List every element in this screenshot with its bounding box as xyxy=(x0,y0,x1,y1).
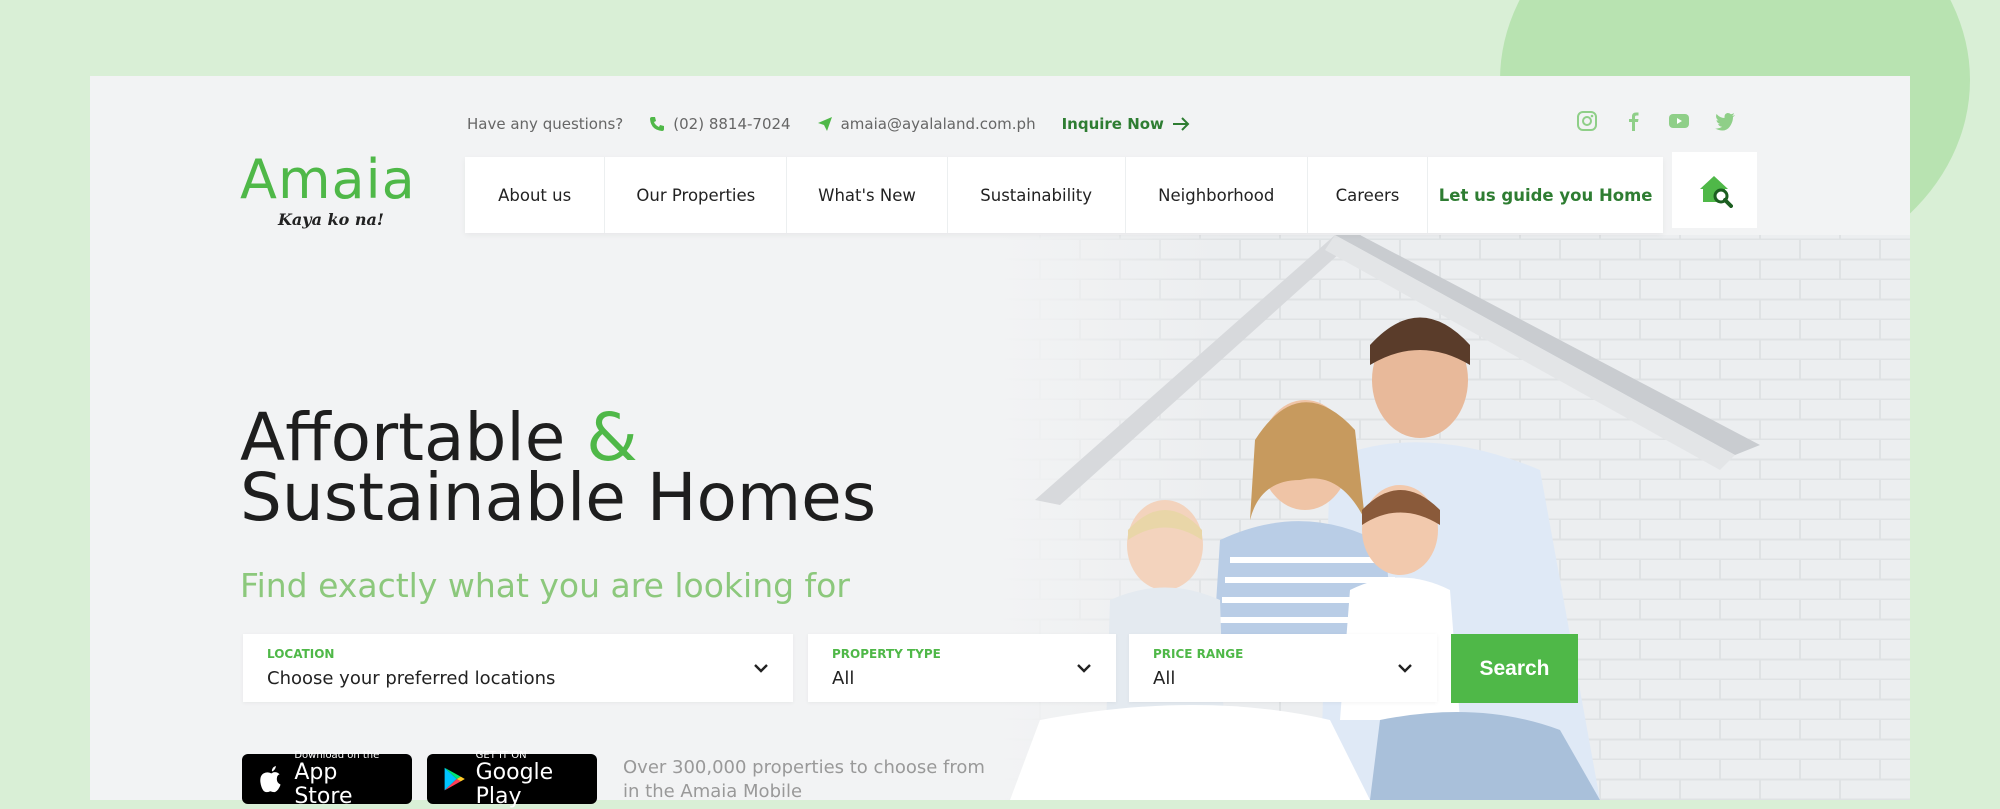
hero-headline: Affortable & Sustainable Homes xyxy=(240,405,876,531)
chevron-down-icon xyxy=(1398,664,1412,673)
phone-number: (02) 8814-7024 xyxy=(673,115,791,133)
phone-link[interactable]: (02) 8814-7024 xyxy=(649,115,791,133)
nav-careers[interactable]: Careers xyxy=(1308,157,1429,233)
home-search-icon xyxy=(1699,176,1733,208)
nav-our-properties[interactable]: Our Properties xyxy=(605,157,788,233)
search-button[interactable]: Search xyxy=(1451,634,1578,703)
property-type-label: PROPERTY TYPE xyxy=(832,647,941,661)
main-nav: About us Our Properties What's New Susta… xyxy=(465,157,1663,233)
app-store-big: App Store xyxy=(294,759,353,809)
email-address: amaia@ayalaland.com.ph xyxy=(840,115,1036,133)
app-store-badge[interactable]: Download on the App Store xyxy=(242,750,412,808)
nav-about-us[interactable]: About us xyxy=(465,157,606,233)
price-range-value: All xyxy=(1153,668,1176,689)
phone-icon xyxy=(650,117,665,131)
amaia-logo[interactable]: Amaia Kaya ko na! xyxy=(240,148,416,240)
chevron-down-icon xyxy=(1077,664,1091,673)
chevron-down-icon xyxy=(754,664,768,673)
google-play-icon xyxy=(444,767,465,791)
nav-guide-home[interactable]: Let us guide you Home xyxy=(1428,157,1663,233)
location-label: LOCATION xyxy=(267,647,335,661)
headline-line2: Sustainable Homes xyxy=(240,459,877,536)
location-value: Choose your preferred locations xyxy=(267,668,556,689)
youtube-icon[interactable] xyxy=(1668,110,1690,132)
twitter-icon[interactable] xyxy=(1714,110,1736,132)
price-range-select[interactable]: PRICE RANGE All xyxy=(1129,634,1437,702)
nav-whats-new[interactable]: What's New xyxy=(787,157,948,233)
email-link[interactable]: amaia@ayalaland.com.ph xyxy=(817,115,1036,133)
price-range-label: PRICE RANGE xyxy=(1153,647,1244,661)
questions-text: Have any questions? xyxy=(467,115,624,133)
hero-subhead: Find exactly what you are looking for xyxy=(240,566,850,605)
google-play-small: GET IT ON xyxy=(475,749,527,761)
property-type-select[interactable]: PROPERTY TYPE All xyxy=(808,634,1116,702)
logo-wordmark: Amaia xyxy=(240,148,416,211)
home-search-button[interactable] xyxy=(1672,152,1757,228)
google-play-badge[interactable]: GET IT ON Google Play xyxy=(427,750,597,808)
inquire-now-link[interactable]: Inquire Now xyxy=(1062,115,1190,133)
apple-icon xyxy=(260,765,281,793)
instagram-icon[interactable] xyxy=(1576,110,1598,132)
location-select[interactable]: LOCATION Choose your preferred locations xyxy=(243,634,793,702)
google-play-big: Google Play xyxy=(475,759,554,809)
nav-sustainability[interactable]: Sustainability xyxy=(948,157,1126,233)
nav-neighborhood[interactable]: Neighborhood xyxy=(1126,157,1308,233)
facebook-icon[interactable] xyxy=(1622,110,1644,132)
logo-tagline: Kaya ko na! xyxy=(278,210,384,229)
app-store-small: Download on the xyxy=(294,749,380,761)
promo-text: Over 300,000 properties to choose from i… xyxy=(623,757,985,802)
social-links xyxy=(1576,110,1736,132)
inquire-now-label: Inquire Now xyxy=(1061,115,1164,133)
top-contact-bar: Have any questions? (02) 8814-7024 amaia… xyxy=(467,112,1190,136)
property-type-value: All xyxy=(832,668,855,689)
send-icon xyxy=(817,117,832,131)
arrow-right-icon xyxy=(1172,117,1190,131)
